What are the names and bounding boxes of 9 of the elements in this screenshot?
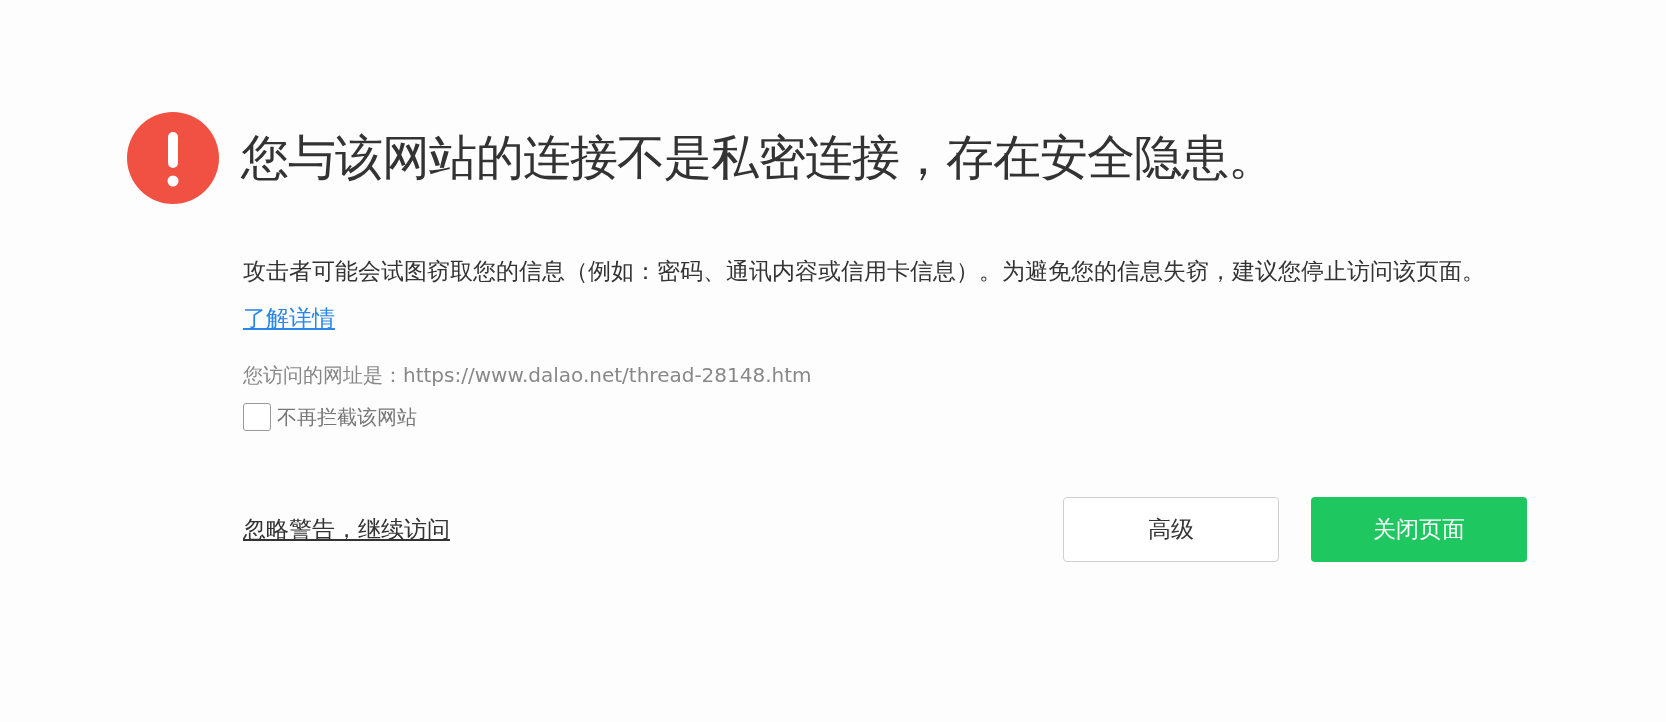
learn-more-link[interactable]: 了解详情 [243,305,335,331]
ignore-warning-link[interactable]: 忽略警告，继续访问 [243,514,450,545]
visited-url: 您访问的网址是：https://www.dalao.net/thread-28148.htm [243,362,813,389]
page-title: 您与该网站的连接不是私密连接，存在安全隐患。 [241,128,1275,187]
checkbox-label: 不再拦截该网站 [277,403,417,431]
warning-description: 攻击者可能会试图窃取您的信息（例如：密码、通讯内容或信用卡信息）。为避免您的信息失窃，建议您停止访问该页面。 了解详情 [243,257,1486,333]
checkbox[interactable] [243,403,271,431]
advanced-button[interactable]: 高级 [1063,497,1279,562]
warning-icon [127,112,219,204]
